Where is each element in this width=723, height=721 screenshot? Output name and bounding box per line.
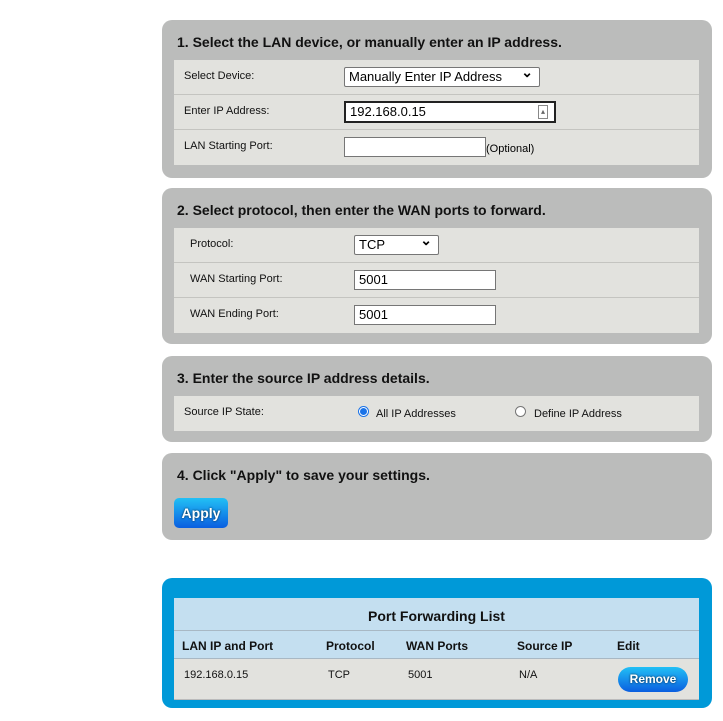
header-protocol: Protocol [326,639,375,653]
wan-end-label: WAN Ending Port: [190,308,279,320]
apply-button[interactable]: Apply [174,498,228,528]
list-title: Port Forwarding List [174,598,699,631]
wan-start-label: WAN Starting Port: [190,273,283,285]
protocol-label: Protocol: [190,238,234,250]
ip-value: 192.168.0.15 [350,104,426,119]
step3-panel: 3. Enter the source IP address details. … [162,356,712,442]
radio-all-ip-label[interactable]: All IP Addresses [376,408,456,420]
ip-label: Enter IP Address: [184,105,270,117]
table-row: 192.168.0.15 TCP 5001 N/A Remove [174,659,699,700]
step1-panel: 1. Select the LAN device, or manually en… [162,20,712,178]
source-ip-label: Source IP State: [184,406,264,418]
optional-note: (Optional) [486,143,535,155]
header-wan-ports: WAN Ports [406,639,469,653]
header-edit: Edit [617,639,640,653]
step2-title: 2. Select protocol, then enter the WAN p… [177,202,546,218]
select-device-value: Manually Enter IP Address [349,69,502,84]
radio-all-ip[interactable] [358,406,369,417]
row-protocol: TCP [328,669,350,681]
ip-address-input[interactable]: 192.168.0.15 ▴ [344,101,556,123]
select-device-label: Select Device: [184,70,255,82]
lan-port-label: LAN Starting Port: [184,140,273,152]
step4-panel: 4. Click "Apply" to save your settings. … [162,453,712,540]
header-source-ip: Source IP [517,639,573,653]
remove-button[interactable]: Remove [618,667,688,692]
radio-define-ip-label[interactable]: Define IP Address [534,408,622,420]
row-wan: 5001 [408,669,433,681]
radio-define-ip[interactable] [515,406,526,417]
protocol-value: TCP [359,237,385,252]
step3-title: 3. Enter the source IP address details. [177,370,430,386]
header-lan-ip: LAN IP and Port [182,639,274,653]
lan-port-input[interactable] [344,137,486,157]
row-source: N/A [519,669,538,681]
select-device-dropdown[interactable]: Manually Enter IP Address [344,64,540,87]
step1-title: 1. Select the LAN device, or manually en… [177,34,562,50]
wan-start-input[interactable]: 5001 [354,270,496,290]
protocol-dropdown[interactable]: TCP [354,232,439,255]
row-lan-ip: 192.168.0.15 [184,669,249,681]
wan-end-input[interactable]: 5001 [354,305,496,325]
autofill-icon[interactable]: ▴ [538,105,548,119]
step2-panel: 2. Select protocol, then enter the WAN p… [162,188,712,344]
step4-title: 4. Click "Apply" to save your settings. [177,467,430,483]
port-forwarding-list-panel: Port Forwarding List LAN IP and Port Pro… [162,578,712,708]
